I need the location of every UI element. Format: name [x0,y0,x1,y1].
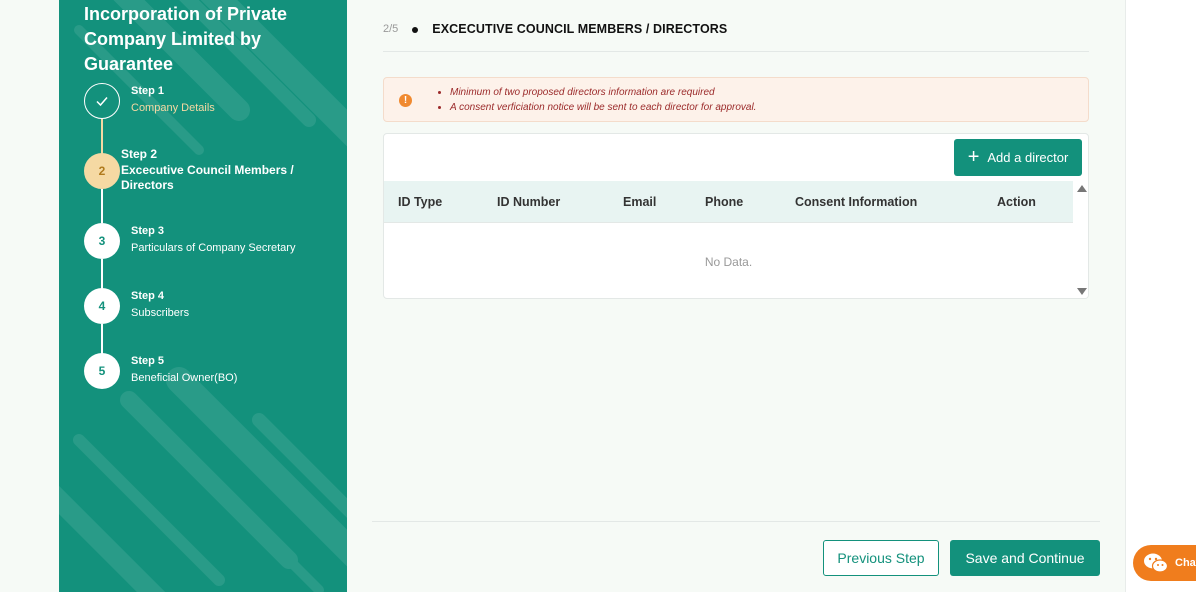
table-scrollbar[interactable] [1073,181,1088,298]
section-header: 2/5 EXCECUTIVE COUNCIL MEMBERS / DIRECTO… [383,20,1089,52]
step-number: 4 [98,299,106,313]
plus-icon: + [967,145,980,168]
step-subtitle: Particulars of Company Secretary [131,242,296,254]
column-header-consent: Consent Information [795,195,918,209]
step-4[interactable]: Step 4 Subscribers [131,288,189,322]
step-5-indicator[interactable]: 5 [84,353,120,389]
column-header-phone: Phone [705,195,744,209]
add-director-button[interactable]: + Add a director [954,139,1082,176]
scroll-down-icon[interactable] [1077,288,1087,295]
step-subtitle: Company Details [131,102,215,114]
info-alert: ! Minimum of two proposed directors info… [383,77,1089,122]
scroll-up-icon[interactable] [1077,185,1087,192]
chat-button[interactable]: Chat [1133,545,1196,581]
step-2[interactable]: Step 2 Excecutive Council Members / Dire… [121,146,321,193]
step-counter: 2/5 [383,23,399,35]
step-number: 2 [98,164,106,178]
step-3[interactable]: Step 3 Particulars of Company Secretary [131,223,295,257]
step-subtitle: Subscribers [131,307,190,319]
step-title: Step 1 [131,85,165,97]
directors-table: + Add a director ID Type ID Number Email… [383,133,1089,299]
alert-list: Minimum of two proposed directors inform… [450,85,756,115]
previous-step-button[interactable]: Previous Step [823,540,939,576]
step-title: Step 3 [131,225,165,237]
warning-icon: ! [399,94,412,107]
footer-divider [372,521,1100,522]
alert-item: A consent verficiation notice will be se… [450,100,756,115]
step-1[interactable]: Step 1 Company Details [131,83,215,117]
step-4-indicator[interactable]: 4 [84,288,120,324]
empty-state: No Data. [704,255,753,269]
column-header-email: Email [623,195,657,209]
step-title: Step 2 [121,147,158,161]
step-title: Step 5 [131,355,165,367]
step-5[interactable]: Step 5 Beneficial Owner(BO) [131,353,237,387]
right-panel [1125,0,1196,592]
step-connector [101,259,103,289]
check-icon [96,97,108,107]
step-connector [101,119,103,155]
step-connector [101,189,103,223]
step-subtitle: Excecutive Council Members / Directors [121,163,294,192]
chat-label: Chat [1175,557,1196,569]
step-number: 5 [98,364,106,378]
main-content: 2/5 EXCECUTIVE COUNCIL MEMBERS / DIRECTO… [347,0,1125,592]
sidebar: Incorporation of Private Company Limited… [59,0,347,592]
step-number: 3 [98,234,106,248]
step-1-indicator[interactable] [84,83,120,119]
column-header-action: Action [997,195,1036,209]
step-3-indicator[interactable]: 3 [84,223,120,259]
save-and-continue-button[interactable]: Save and Continue [950,540,1100,576]
step-list: Step 1 Company Details 2 Step 2 Excecuti… [59,0,347,592]
bullet-icon [412,27,419,33]
step-2-indicator[interactable]: 2 [84,153,120,189]
wechat-icon [1144,553,1169,573]
add-director-label: Add a director [987,150,1069,165]
column-header-id-type: ID Type [398,195,443,209]
step-subtitle: Beneficial Owner(BO) [131,372,238,384]
step-connector [101,324,103,354]
step-title: Step 4 [131,290,165,302]
column-header-id-number: ID Number [497,195,561,209]
section-title: EXCECUTIVE COUNCIL MEMBERS / DIRECTORS [432,22,728,36]
table-header: ID Type ID Number Email Phone Consent In… [384,181,1073,223]
alert-item: Minimum of two proposed directors inform… [450,85,756,100]
